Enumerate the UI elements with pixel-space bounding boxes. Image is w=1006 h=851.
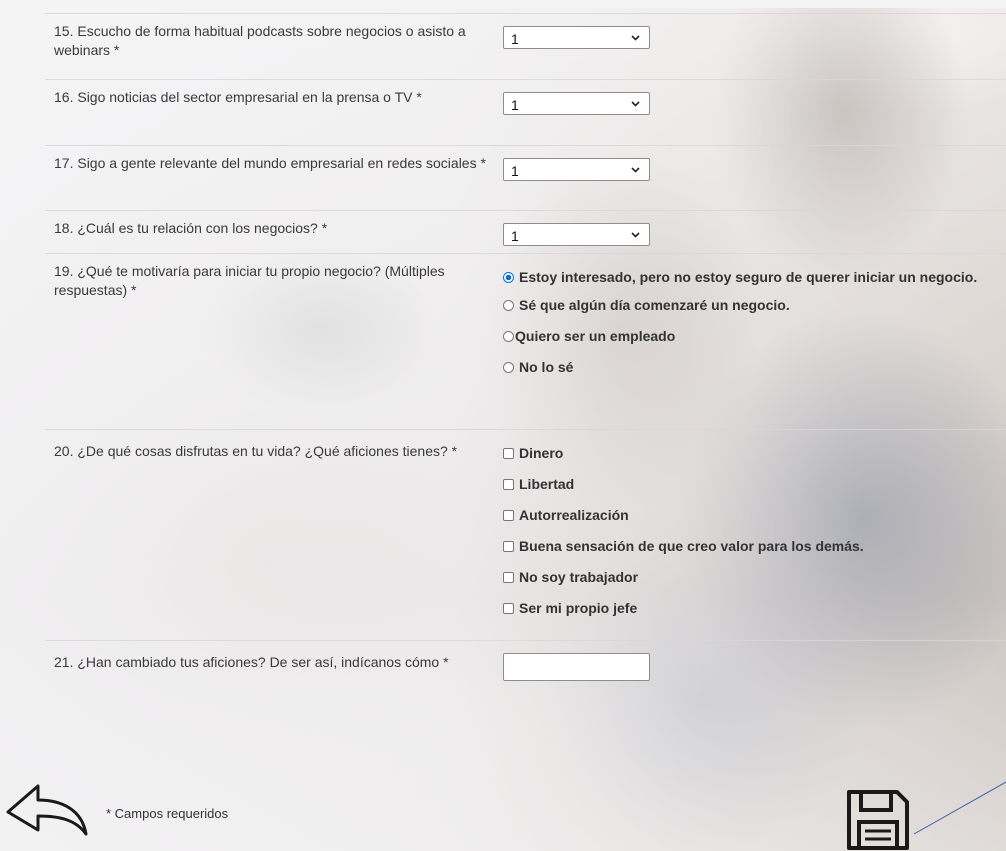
save-button[interactable] bbox=[845, 788, 911, 851]
radio-option-label: Sé que algún día comenzaré un negocio. bbox=[519, 297, 790, 313]
question-row-17: 17. Sigo a gente relevante del mundo emp… bbox=[45, 145, 1006, 210]
checkbox-option-2[interactable]: Libertad bbox=[503, 475, 993, 494]
survey-form: 15. Escucho de forma habitual podcasts s… bbox=[45, 13, 1006, 720]
question-17-select[interactable]: 1 bbox=[503, 158, 650, 181]
select-value: 1 bbox=[511, 228, 519, 244]
question-18-select[interactable]: 1 bbox=[503, 223, 650, 246]
checkbox[interactable] bbox=[503, 510, 514, 521]
radio-option-3[interactable]: Quiero ser un empleado bbox=[503, 327, 993, 346]
radio-button[interactable] bbox=[503, 272, 514, 283]
chevron-down-icon bbox=[631, 35, 640, 41]
back-button[interactable] bbox=[4, 782, 90, 844]
chevron-down-icon bbox=[631, 167, 640, 173]
radio-option-2[interactable]: Sé que algún día comenzaré un negocio. bbox=[503, 296, 993, 315]
checkbox[interactable] bbox=[503, 479, 514, 490]
checkbox[interactable] bbox=[503, 572, 514, 583]
question-20-options: Dinero Libertad Autorrealización Buena s… bbox=[503, 430, 1006, 640]
question-row-18: 18. ¿Cuál es tu relación con los negocio… bbox=[45, 210, 1006, 253]
radio-option-1[interactable]: Estoy interesado, pero no estoy seguro d… bbox=[503, 268, 993, 287]
checkbox-option-label: Ser mi propio jefe bbox=[519, 600, 638, 616]
checkbox-option-3[interactable]: Autorrealización bbox=[503, 506, 993, 525]
save-disk-icon bbox=[847, 790, 909, 850]
question-label-17: 17. Sigo a gente relevante del mundo emp… bbox=[54, 155, 486, 171]
checkbox-option-label: Libertad bbox=[519, 476, 575, 492]
question-row-15: 15. Escucho de forma habitual podcasts s… bbox=[45, 13, 1006, 79]
radio-option-label: Quiero ser un empleado bbox=[515, 328, 676, 344]
checkbox-option-label: Dinero bbox=[519, 445, 564, 461]
checkbox-option-6[interactable]: Ser mi propio jefe bbox=[503, 599, 993, 618]
question-row-16: 16. Sigo noticias del sector empresarial… bbox=[45, 79, 1006, 145]
question-15-select[interactable]: 1 bbox=[503, 26, 650, 49]
radio-button[interactable] bbox=[503, 300, 514, 311]
question-16-select[interactable]: 1 bbox=[503, 92, 650, 115]
question-19-options: Estoy interesado, pero no estoy seguro d… bbox=[503, 254, 1006, 429]
top-strip bbox=[0, 0, 1006, 8]
radio-button[interactable] bbox=[503, 362, 514, 373]
question-row-20: 20. ¿De qué cosas disfrutas en tu vida? … bbox=[45, 429, 1006, 640]
decorative-line bbox=[913, 781, 1006, 835]
question-label-19: 19. ¿Qué te motivaría para iniciar tu pr… bbox=[54, 263, 445, 298]
question-label-18: 18. ¿Cuál es tu relación con los negocio… bbox=[54, 220, 328, 236]
checkbox-option-label: Autorrealización bbox=[519, 507, 629, 523]
question-label-16: 16. Sigo noticias del sector empresarial… bbox=[54, 89, 422, 105]
select-value: 1 bbox=[511, 31, 519, 47]
question-label-20: 20. ¿De qué cosas disfrutas en tu vida? … bbox=[54, 443, 458, 459]
question-row-21: 21. ¿Han cambiado tus aficiones? De ser … bbox=[45, 640, 1006, 720]
checkbox-option-4[interactable]: Buena sensación de que creo valor para l… bbox=[503, 537, 993, 556]
radio-option-4[interactable]: No lo sé bbox=[503, 358, 993, 377]
question-label-15: 15. Escucho de forma habitual podcasts s… bbox=[54, 23, 466, 58]
checkbox[interactable] bbox=[503, 603, 514, 614]
back-arrow-icon bbox=[6, 784, 88, 836]
checkbox[interactable] bbox=[503, 541, 514, 552]
checkbox-option-1[interactable]: Dinero bbox=[503, 444, 993, 463]
select-value: 1 bbox=[511, 97, 519, 113]
question-21-text-input[interactable] bbox=[503, 653, 650, 681]
chevron-down-icon bbox=[631, 101, 640, 107]
chevron-down-icon bbox=[631, 232, 640, 238]
select-value: 1 bbox=[511, 163, 519, 179]
radio-option-label: No lo sé bbox=[519, 359, 574, 375]
checkbox-option-label: Buena sensación de que creo valor para l… bbox=[519, 538, 864, 554]
question-label-21: 21. ¿Han cambiado tus aficiones? De ser … bbox=[54, 654, 449, 670]
checkbox[interactable] bbox=[503, 448, 514, 459]
radio-option-label: Estoy interesado, pero no estoy seguro d… bbox=[519, 269, 978, 285]
radio-button[interactable] bbox=[503, 331, 514, 342]
question-row-19: 19. ¿Qué te motivaría para iniciar tu pr… bbox=[45, 253, 1006, 429]
checkbox-option-label: No soy trabajador bbox=[519, 569, 639, 585]
required-fields-note: * Campos requeridos bbox=[106, 806, 229, 821]
checkbox-option-5[interactable]: No soy trabajador bbox=[503, 568, 993, 587]
